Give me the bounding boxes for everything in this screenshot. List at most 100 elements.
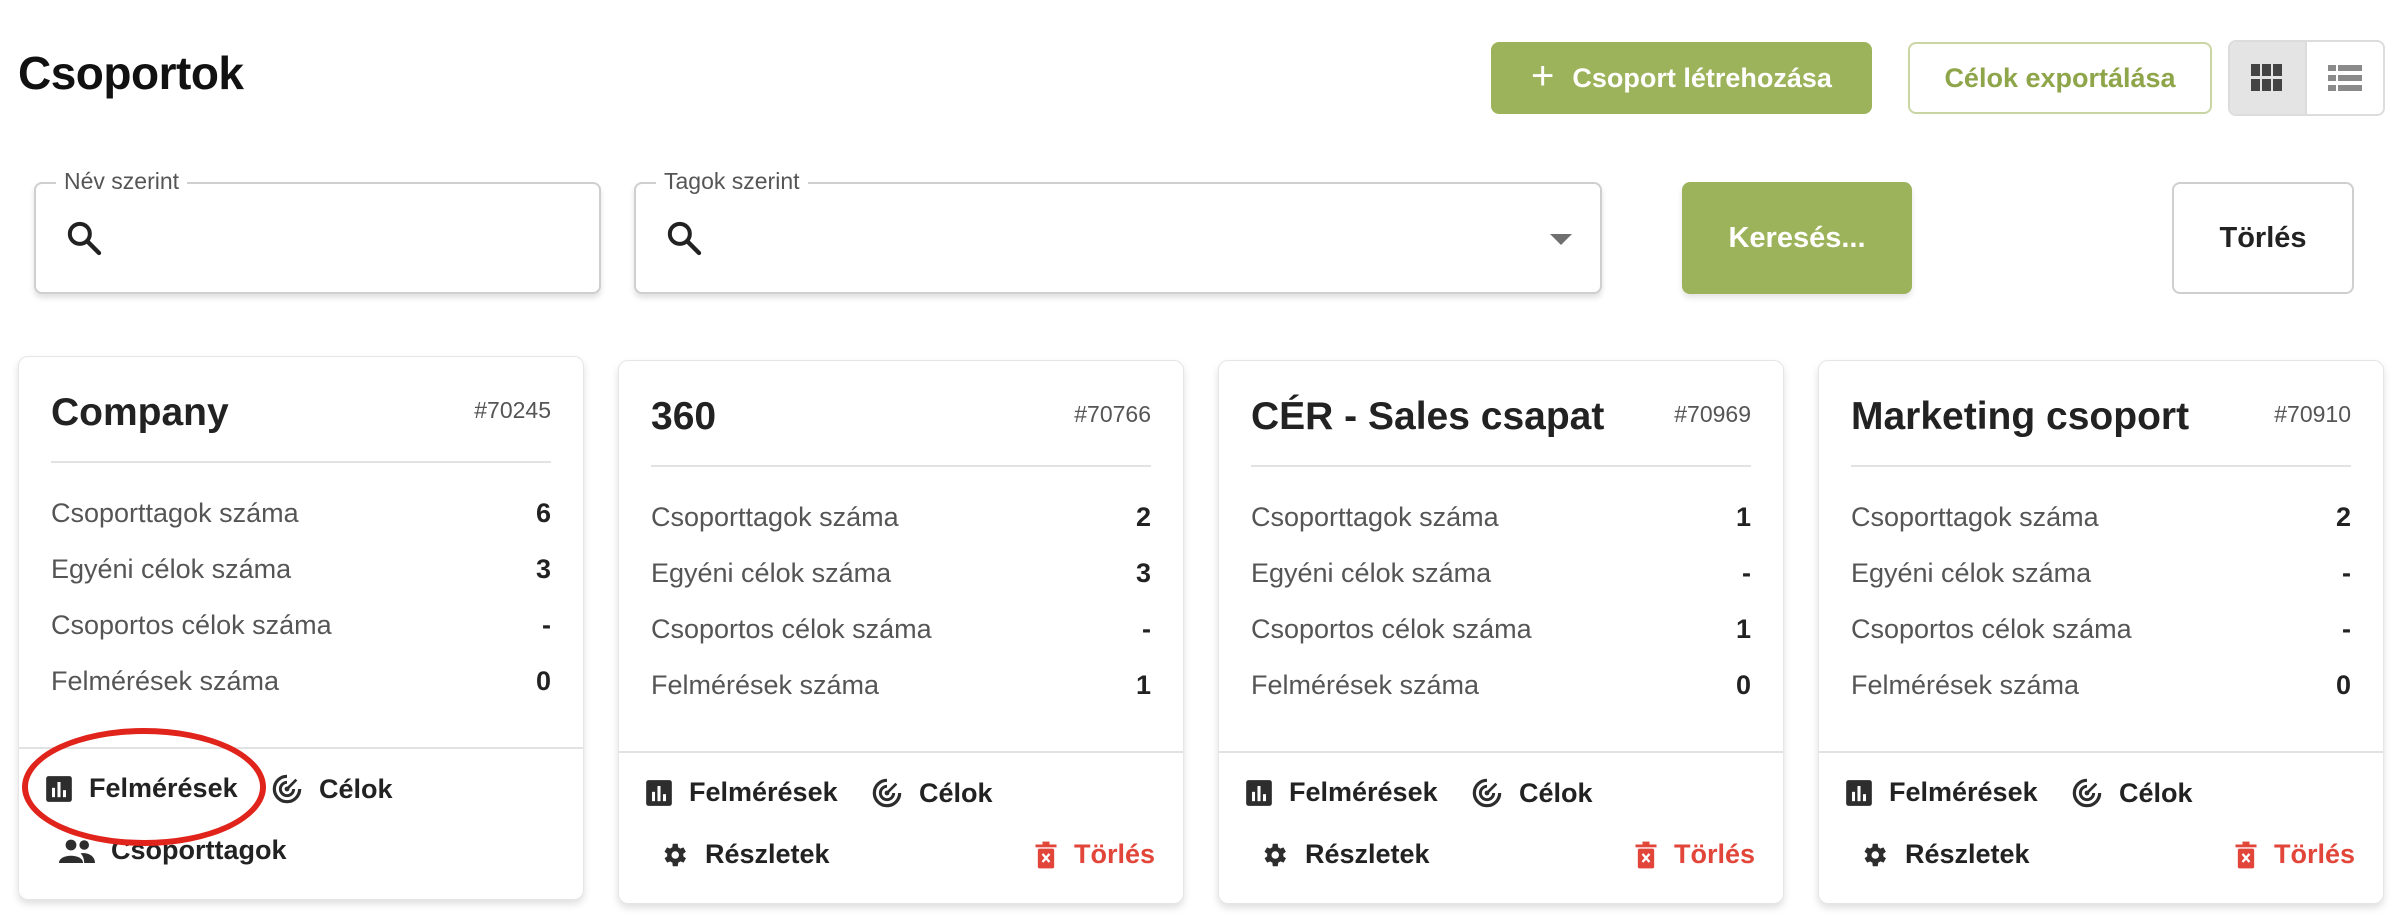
bar-chart-icon <box>646 779 672 806</box>
goals-action[interactable]: Célok <box>2071 777 2193 809</box>
goals-action[interactable]: Célok <box>271 773 393 805</box>
group-name: 360 <box>651 395 717 438</box>
stat-value: 3 <box>1135 557 1151 588</box>
target-icon <box>2072 778 2102 808</box>
details-action[interactable]: Részletek <box>1859 839 2030 870</box>
list-view-button[interactable] <box>2306 42 2383 114</box>
stat-value: - <box>2342 557 2351 588</box>
group-card: 360 #70766 Csoporttagok száma 2 Egyéni cé… <box>618 360 1184 904</box>
surveys-action[interactable]: Felmérések <box>45 773 238 804</box>
delete-action-label: Törlés <box>1073 839 1155 869</box>
stat-value: 2 <box>1135 501 1151 532</box>
delete-action-label: Törlés <box>2273 839 2355 869</box>
gear-icon <box>1864 843 1886 866</box>
stat-row-members: Csoporttagok száma 6 <box>51 485 551 541</box>
grid-view-icon <box>2251 64 2283 91</box>
clear-filters-button[interactable]: Törlés <box>2172 182 2354 294</box>
delete-action[interactable]: Törlés <box>1634 839 1755 870</box>
bar-chart-icon <box>46 775 72 802</box>
delete-action[interactable]: Törlés <box>2234 839 2355 870</box>
stat-label: Csoportos célok száma <box>1851 613 2132 644</box>
stat-row-surveys: Felmérések száma 0 <box>1251 657 1751 713</box>
goals-action[interactable]: Célok <box>1471 777 1593 809</box>
stat-label: Egyéni célok száma <box>651 557 892 588</box>
stat-label: Egyéni célok száma <box>51 553 292 584</box>
create-group-button[interactable]: + Csoport létrehozása <box>1491 42 1872 114</box>
card-actions: Felmérések Célok Részletek Törlés <box>1219 751 1783 903</box>
name-filter-label: Név szerint <box>56 168 188 195</box>
card-header: Company #70245 <box>51 385 551 463</box>
surveys-action-label: Felmérések <box>89 773 238 803</box>
stat-label: Egyéni célok száma <box>1251 557 1492 588</box>
members-filter-label: Tagok szerint <box>656 168 808 195</box>
people-icon <box>59 839 95 863</box>
stat-row-individual-goals: Egyéni célok száma - <box>1251 545 1751 601</box>
stat-label: Felmérések száma <box>51 665 280 696</box>
surveys-action[interactable]: Felmérések <box>1845 777 2038 808</box>
surveys-action-label: Felmérések <box>1889 777 2038 807</box>
stat-label: Csoporttagok száma <box>1251 501 1499 532</box>
stat-row-group-goals: Csoportos célok száma - <box>51 597 551 653</box>
bar-chart-icon <box>1846 779 1872 806</box>
trash-icon <box>1035 841 1057 868</box>
stat-value: 2 <box>2335 501 2351 532</box>
stat-row-group-goals: Csoportos célok száma - <box>651 601 1151 657</box>
card-actions: Felmérések Célok Részletek Törlés <box>619 751 1183 903</box>
stat-row-surveys: Felmérések száma 1 <box>651 657 1151 713</box>
surveys-action[interactable]: Felmérések <box>645 777 838 808</box>
stat-row-members: Csoporttagok száma 2 <box>651 489 1151 545</box>
bar-chart-icon <box>1246 779 1272 806</box>
card-actions: Felmérések Célok Részletek Törlés <box>1819 751 2383 903</box>
group-stats: Csoporttagok száma 2 Egyéni célok száma 3 … <box>651 489 1151 713</box>
stat-row-individual-goals: Egyéni célok száma 3 <box>51 541 551 597</box>
stat-label: Csoporttagok száma <box>1851 501 2099 532</box>
stat-row-individual-goals: Egyéni célok száma - <box>1851 545 2351 601</box>
goals-action-label: Célok <box>319 773 393 804</box>
stat-value: 0 <box>2335 669 2351 700</box>
card-header: 360 #70766 <box>651 389 1151 467</box>
group-name: CÉR - Sales csapat <box>1251 395 1605 438</box>
stat-value: 0 <box>535 665 551 696</box>
create-group-label: Csoport létrehozása <box>1572 62 1832 93</box>
surveys-action-label: Felmérések <box>689 777 838 807</box>
surveys-action-label: Felmérések <box>1289 777 1438 807</box>
stat-value: - <box>2342 613 2351 644</box>
stat-value: 0 <box>1735 669 1751 700</box>
group-card: Marketing csoport #70910 Csoporttagok sz… <box>1818 360 2384 904</box>
stat-row-surveys: Felmérések száma 0 <box>51 653 551 709</box>
group-members-action[interactable]: Csoporttagok <box>59 835 287 866</box>
stat-value: - <box>542 609 551 640</box>
group-id: #70766 <box>1074 401 1151 427</box>
goals-action-label: Célok <box>1519 777 1593 808</box>
stat-row-surveys: Felmérések száma 0 <box>1851 657 2351 713</box>
name-filter-field[interactable]: Név szerint <box>34 168 601 294</box>
card-actions: Felmérések Célok Csoporttagok <box>19 747 583 899</box>
members-filter-field[interactable]: Tagok szerint <box>634 168 1602 294</box>
surveys-action[interactable]: Felmérések <box>1245 777 1438 808</box>
stat-row-individual-goals: Egyéni célok száma 3 <box>651 545 1151 601</box>
goals-action-label: Célok <box>2119 777 2193 808</box>
delete-action[interactable]: Törlés <box>1034 839 1155 870</box>
stat-label: Csoporttagok száma <box>651 501 899 532</box>
goals-action-label: Célok <box>919 777 993 808</box>
trash-icon <box>2235 841 2257 868</box>
target-icon <box>872 778 902 808</box>
stat-label: Egyéni célok száma <box>1851 557 2092 588</box>
stat-value: - <box>1742 557 1751 588</box>
group-id: #70969 <box>1674 401 1751 427</box>
card-header: CÉR - Sales csapat #70969 <box>1251 389 1751 467</box>
stat-label: Felmérések száma <box>651 669 880 700</box>
gear-icon <box>1264 843 1286 866</box>
stat-label: Csoportos célok száma <box>1251 613 1532 644</box>
stat-row-members: Csoporttagok száma 2 <box>1851 489 2351 545</box>
details-action[interactable]: Részletek <box>1259 839 1430 870</box>
grid-view-button[interactable] <box>2230 42 2307 114</box>
search-button[interactable]: Keresés... <box>1682 182 1912 294</box>
target-icon <box>1472 778 1502 808</box>
goals-action[interactable]: Célok <box>871 777 993 809</box>
export-goals-button[interactable]: Célok exportálása <box>1908 42 2212 114</box>
dropdown-caret-icon[interactable] <box>1550 234 1572 245</box>
details-action[interactable]: Részletek <box>659 839 830 870</box>
details-action-label: Részletek <box>1905 839 2030 869</box>
gear-icon <box>664 843 686 866</box>
